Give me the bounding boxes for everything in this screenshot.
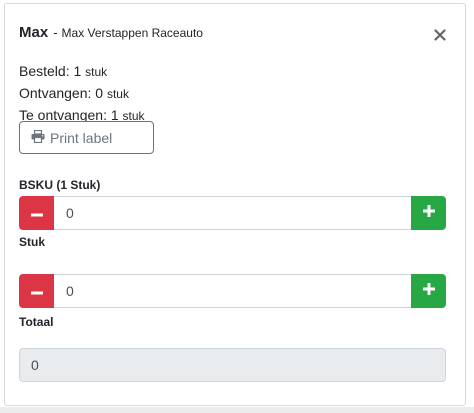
received-label: Ontvangen: 0 — [19, 85, 104, 101]
total-label: Totaal — [19, 315, 54, 329]
item-subtitle: Max Verstappen Raceauto — [61, 26, 203, 40]
print-label-button[interactable]: Print label — [19, 121, 154, 154]
bsku-label: BSKU (1 Stuk) — [19, 178, 101, 192]
title-separator: - — [53, 25, 58, 40]
total-readonly-field: 0 — [19, 348, 446, 382]
received-count: Ontvangen: 0 stuk — [19, 84, 129, 103]
close-icon[interactable] — [431, 24, 449, 46]
print-label-text: Print label — [50, 129, 113, 146]
stuk-label: Stuk — [19, 235, 46, 249]
ordered-unit: stuk — [85, 65, 108, 79]
plus-icon — [422, 282, 435, 300]
bottom-divider — [0, 407, 474, 413]
stuk-stepper: 0 — [19, 274, 446, 308]
printer-icon — [31, 129, 50, 146]
ordered-label: Besteld: 1 — [19, 63, 82, 79]
stuk-increment-button[interactable] — [411, 274, 446, 308]
plus-icon — [422, 204, 435, 222]
stuk-decrement-button[interactable] — [19, 274, 54, 308]
stuk-quantity-input[interactable]: 0 — [54, 274, 411, 308]
minus-icon — [30, 282, 43, 300]
minus-icon — [30, 204, 43, 222]
bsku-quantity-input[interactable]: 0 — [54, 196, 411, 230]
card-header: Max - Max Verstappen Raceauto — [19, 24, 203, 44]
item-title: Max — [19, 24, 49, 41]
ordered-count: Besteld: 1 stuk — [19, 62, 107, 81]
received-unit: stuk — [106, 87, 129, 101]
bsku-increment-button[interactable] — [411, 196, 446, 230]
bsku-stepper: 0 — [19, 196, 446, 230]
bsku-decrement-button[interactable] — [19, 196, 54, 230]
